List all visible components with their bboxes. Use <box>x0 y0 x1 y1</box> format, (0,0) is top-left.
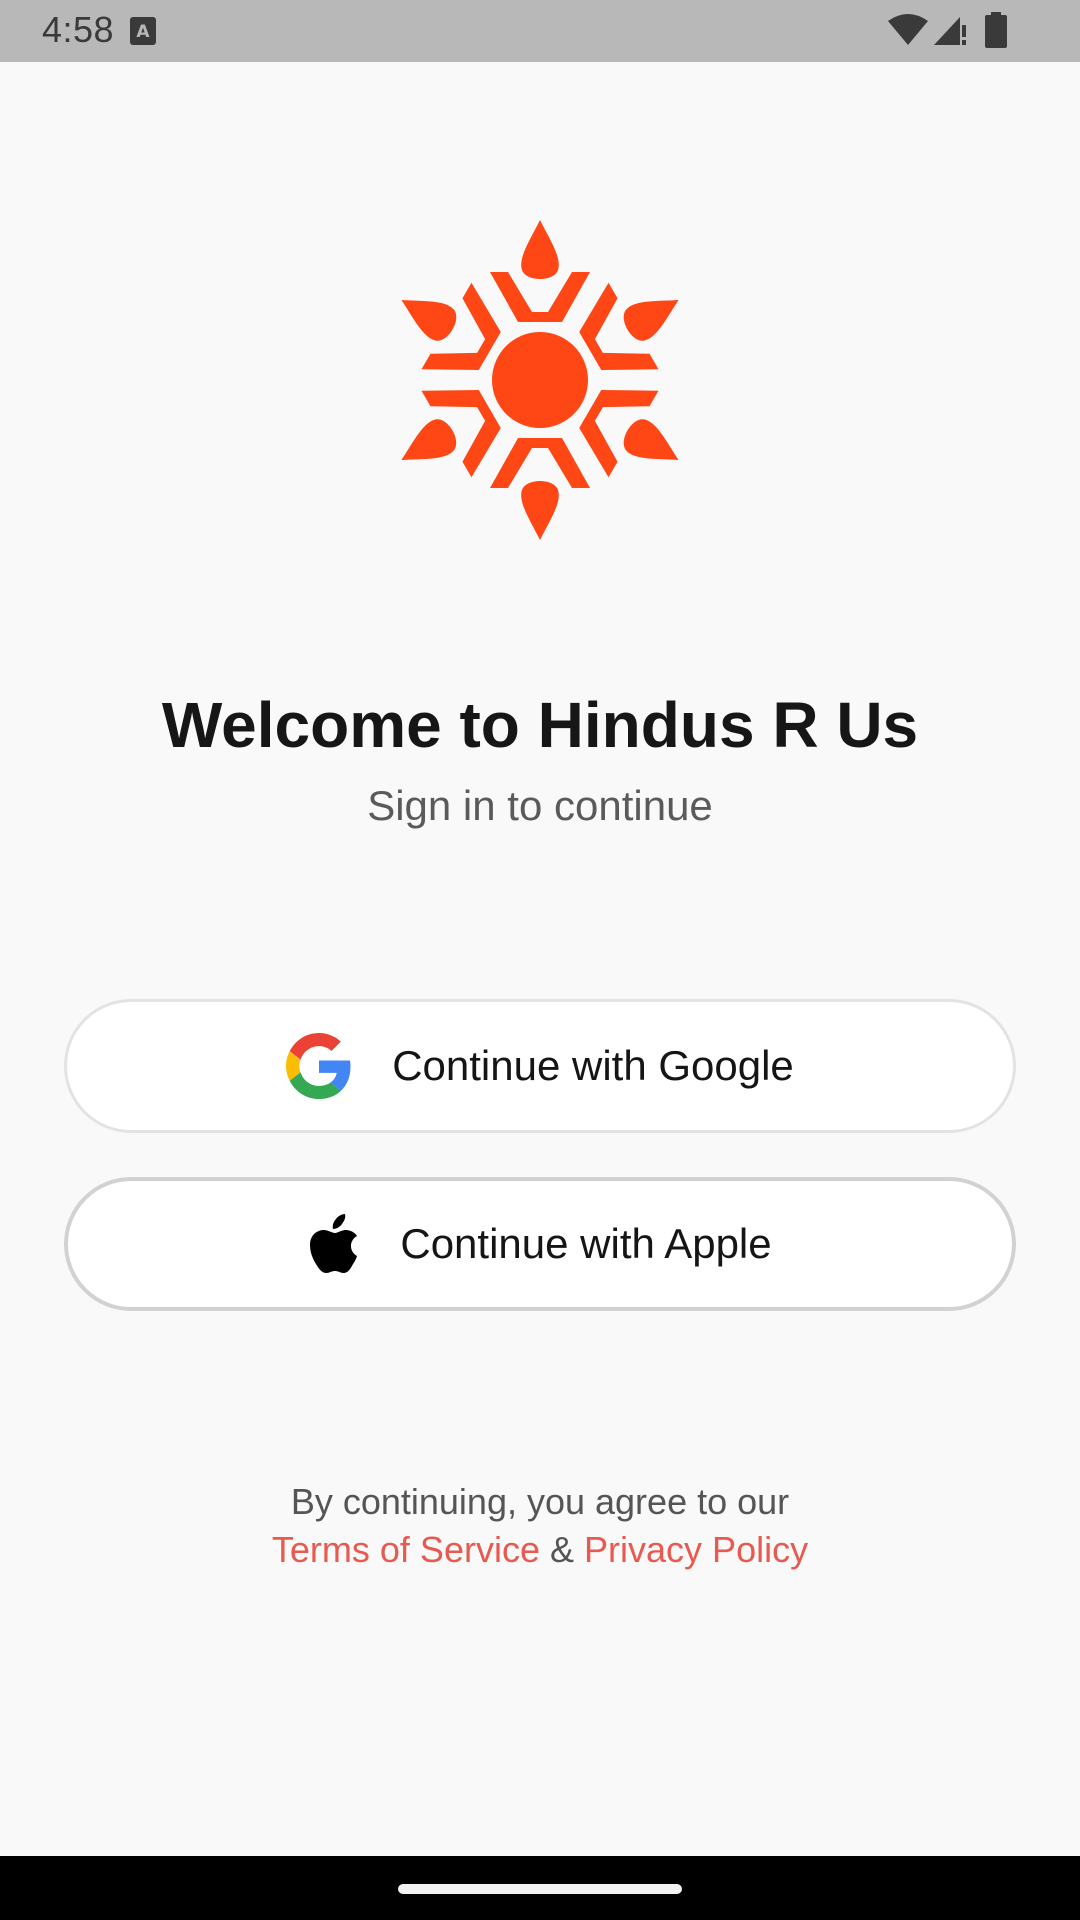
google-icon <box>286 1033 351 1099</box>
terms-of-service-link[interactable]: Terms of Service <box>272 1529 540 1570</box>
status-bar: 4:58 A <box>0 0 1080 62</box>
continue-with-apple-button[interactable]: Continue with Apple <box>64 1177 1016 1311</box>
keyboard-a-icon: A <box>130 17 156 45</box>
sun-logo-icon <box>384 220 696 540</box>
legal-links: Terms of Service & Privacy Policy <box>0 1526 1080 1574</box>
legal-ampersand: & <box>550 1529 575 1570</box>
svg-text:A: A <box>136 22 150 42</box>
privacy-policy-link[interactable]: Privacy Policy <box>584 1529 808 1570</box>
battery-icon <box>985 12 1007 48</box>
legal-intro: By continuing, you agree to our <box>290 1481 790 1522</box>
status-time: 4:58 <box>42 9 115 50</box>
page-title: Welcome to Hindus R Us <box>161 689 919 761</box>
google-button-label: Continue with Google <box>392 1042 794 1089</box>
legal-notice: By continuing, you agree to our Terms of… <box>0 1478 1080 1574</box>
sign-in-screen: 4:58 A Welcome to Hindus R Us Sign in to… <box>0 0 1080 1920</box>
signal-icon <box>934 17 966 45</box>
apple-button-label: Continue with Apple <box>400 1220 772 1267</box>
apple-icon <box>310 1214 358 1273</box>
wifi-icon <box>888 14 928 45</box>
page-subtitle: Sign in to continue <box>367 782 713 829</box>
continue-with-google-button[interactable]: Continue with Google <box>64 999 1016 1133</box>
home-indicator[interactable] <box>398 1884 682 1894</box>
